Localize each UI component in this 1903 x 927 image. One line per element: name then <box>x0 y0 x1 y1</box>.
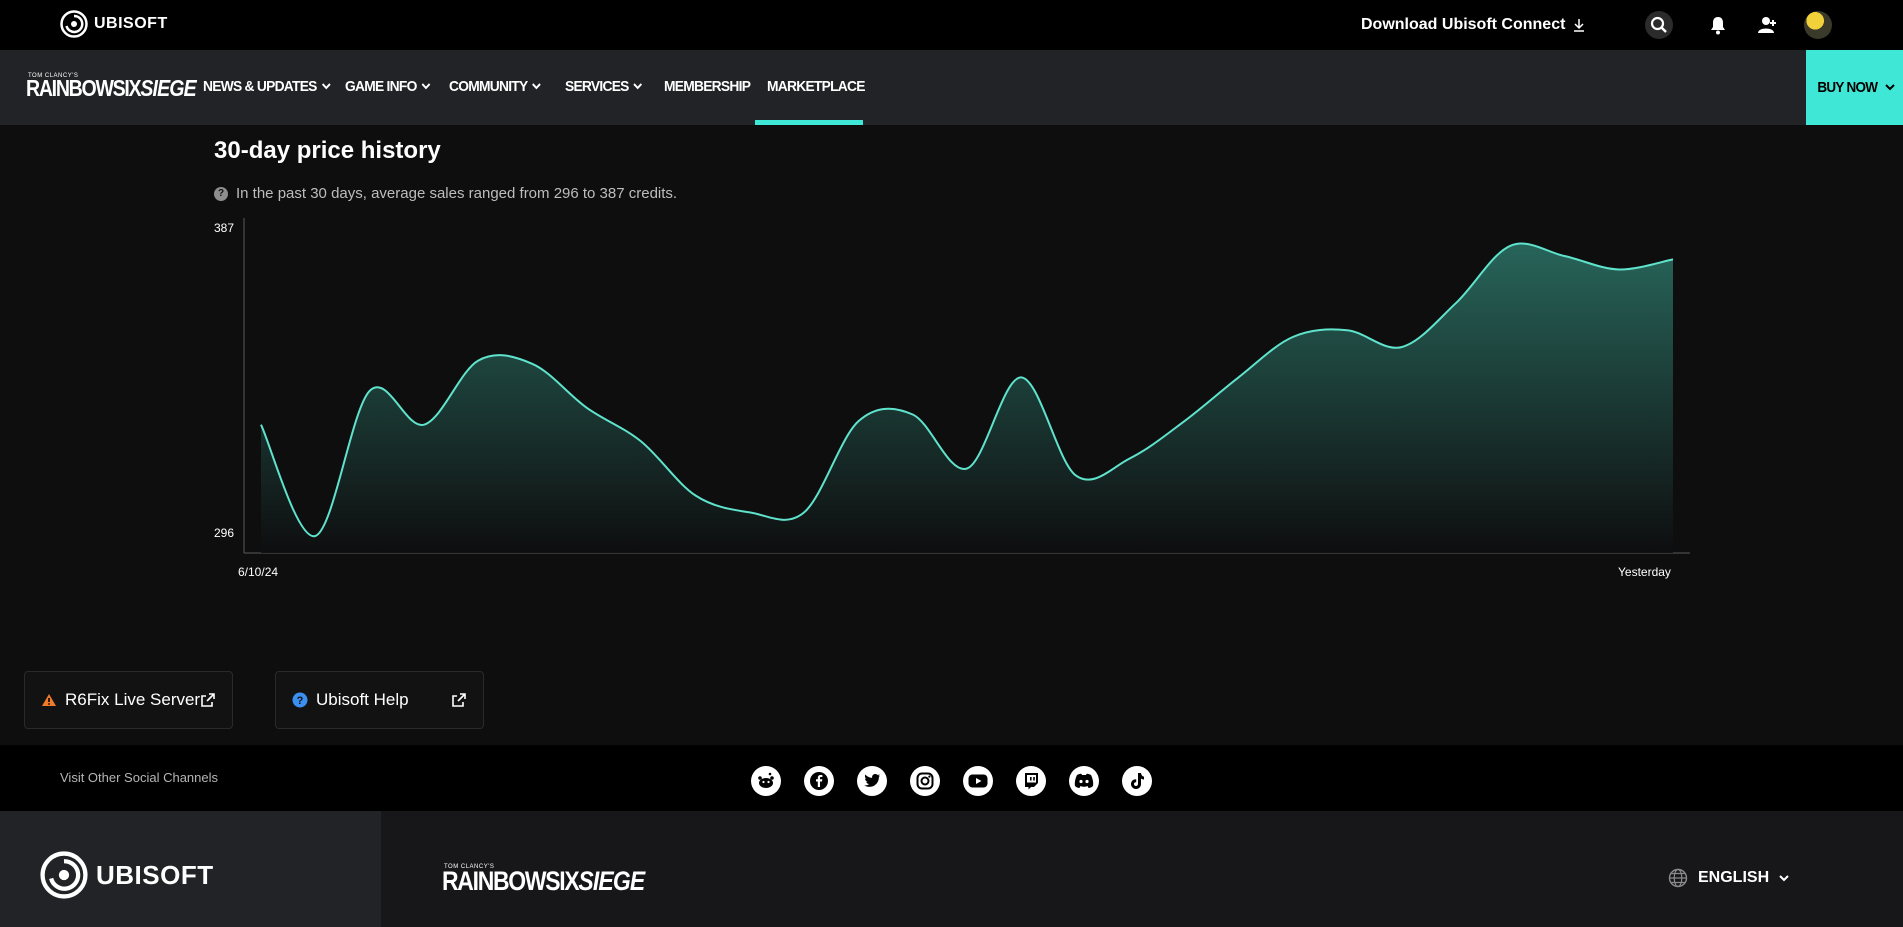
ubisoft-wordmark: UBISOFT <box>94 15 168 32</box>
footer-ubisoft-wordmark: UBISOFT <box>96 859 214 890</box>
nav-item-news-updates[interactable]: NEWS & UPDATES <box>203 78 331 95</box>
twitter-link[interactable] <box>857 766 887 796</box>
nav-item-membership[interactable]: MEMBERSHIP <box>664 78 751 95</box>
ubisoft-help-card[interactable]: ? Ubisoft Help <box>275 671 484 729</box>
rainbow-six-siege-logo[interactable]: TOM CLANCY'S RAINBOWSIXSIEGE <box>26 73 226 102</box>
tiktok-icon <box>1131 773 1144 789</box>
reddit-link[interactable] <box>751 766 781 796</box>
r6fix-label: R6Fix Live Server <box>65 690 201 709</box>
x-tick-end: Yesterday <box>1618 565 1671 579</box>
buy-now-button[interactable]: BUY NOW <box>1806 50 1903 125</box>
external-link-icon <box>201 693 215 707</box>
footer-ubisoft-logo[interactable]: UBISOFT <box>40 851 214 899</box>
chevron-down-icon <box>421 83 431 90</box>
nav-item-label: SERVICES <box>565 78 629 95</box>
friends-button[interactable] <box>1754 11 1782 39</box>
info-icon: ? <box>214 186 228 201</box>
twitch-icon <box>1025 773 1038 790</box>
chevron-down-icon <box>633 83 643 90</box>
price-history-title: 30-day price history <box>214 137 441 164</box>
ubisoft-swirl-icon <box>60 10 88 38</box>
nav-item-marketplace[interactable]: MARKETPLACE <box>767 78 865 95</box>
nav-item-label: GAME INFO <box>345 78 417 95</box>
price-history-info-text: In the past 30 days, average sales range… <box>236 185 678 202</box>
search-button[interactable] <box>1645 11 1673 39</box>
notifications-button[interactable] <box>1704 11 1732 39</box>
ubisoft-swirl-icon <box>40 851 88 899</box>
y-tick-min: 296 <box>214 526 234 540</box>
warning-icon <box>42 694 56 706</box>
instagram-icon <box>916 772 934 790</box>
social-bar <box>0 745 1903 811</box>
help-icon: ? <box>292 692 308 708</box>
nav-item-label: MEMBERSHIP <box>664 78 751 95</box>
chevron-down-icon <box>532 83 542 90</box>
chevron-down-icon <box>321 83 331 90</box>
social-label: Visit Other Social Channels <box>60 770 219 785</box>
bell-icon <box>1711 17 1725 35</box>
tiktok-link[interactable] <box>1122 766 1152 796</box>
footer-logo-main-text: RAINBOWSIX <box>442 866 580 896</box>
download-icon <box>1574 19 1585 32</box>
youtube-link[interactable] <box>963 766 993 796</box>
youtube-icon <box>968 774 988 788</box>
x-tick-start: 6/10/24 <box>238 565 278 579</box>
price-history-chart: 387 296 6/10/24 Yesterday <box>214 218 1690 579</box>
top-bar: UBISOFT Download Ubisoft Connect <box>0 0 1903 50</box>
price-history-info: ? In the past 30 days, average sales ran… <box>214 185 677 202</box>
nav-item-services[interactable]: SERVICES <box>565 78 643 95</box>
twitch-link[interactable] <box>1016 766 1046 796</box>
chevron-down-icon <box>1885 84 1896 91</box>
facebook-icon <box>810 772 828 790</box>
search-icon <box>1650 16 1667 33</box>
language-selector[interactable]: ENGLISH <box>1668 868 1789 888</box>
y-tick-max: 387 <box>214 221 234 235</box>
svg-text:?: ? <box>297 695 304 707</box>
chevron-down-icon <box>1779 874 1789 881</box>
reddit-icon <box>758 772 774 788</box>
price-area-fill <box>261 243 1673 553</box>
twitter-icon <box>864 774 880 787</box>
external-link-icon <box>452 693 466 707</box>
language-label: ENGLISH <box>1698 869 1770 886</box>
footer-logo-accent-text: SIEGE <box>578 866 645 896</box>
download-label: Download Ubisoft Connect <box>1361 16 1566 33</box>
logo-main-text: RAINBOWSIX <box>26 75 142 101</box>
nav-item-label: COMMUNITY <box>449 78 528 95</box>
nav-item-label: MARKETPLACE <box>767 78 865 95</box>
r6fix-live-server-card[interactable]: R6Fix Live Server <box>24 671 233 729</box>
logo-accent-text: SIEGE <box>140 75 196 101</box>
globe-icon <box>1668 868 1688 888</box>
buy-now-label: BUY NOW <box>1817 79 1878 96</box>
active-tab-indicator <box>755 120 863 125</box>
avatar[interactable] <box>1804 11 1832 39</box>
facebook-link[interactable] <box>804 766 834 796</box>
instagram-link[interactable] <box>910 766 940 796</box>
ubisoft-logo[interactable]: UBISOFT <box>60 10 168 38</box>
friends-icon <box>1758 17 1776 33</box>
nav-item-game-info[interactable]: GAME INFO <box>345 78 431 95</box>
discord-link[interactable] <box>1069 766 1099 796</box>
nav-item-community[interactable]: COMMUNITY <box>449 78 542 95</box>
nav-item-label: NEWS & UPDATES <box>203 78 317 95</box>
discord-icon <box>1074 773 1094 788</box>
download-ubisoft-connect-link[interactable]: Download Ubisoft Connect <box>1361 16 1585 34</box>
ubisoft-help-label: Ubisoft Help <box>316 690 409 709</box>
footer-r6-logo[interactable]: TOM CLANCY'S RAINBOWSIXSIEGE <box>442 864 680 897</box>
